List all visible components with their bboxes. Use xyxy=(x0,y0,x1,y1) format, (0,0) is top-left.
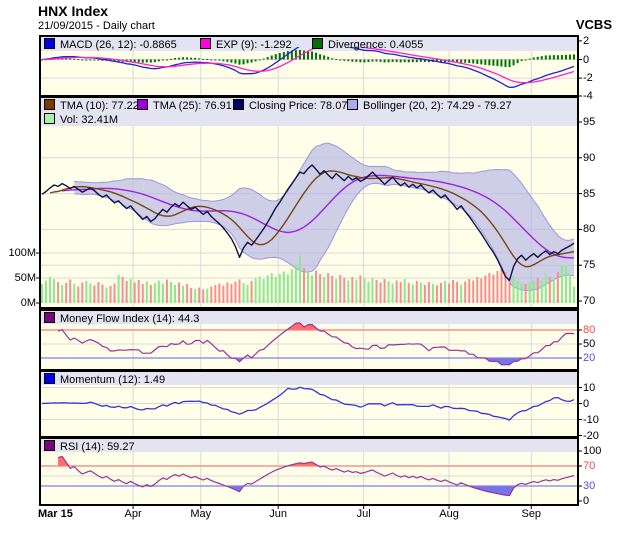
chart-window: HNX Index 21/09/2015 - Daily chart VCBS … xyxy=(0,0,620,535)
chart-canvas xyxy=(36,35,582,509)
